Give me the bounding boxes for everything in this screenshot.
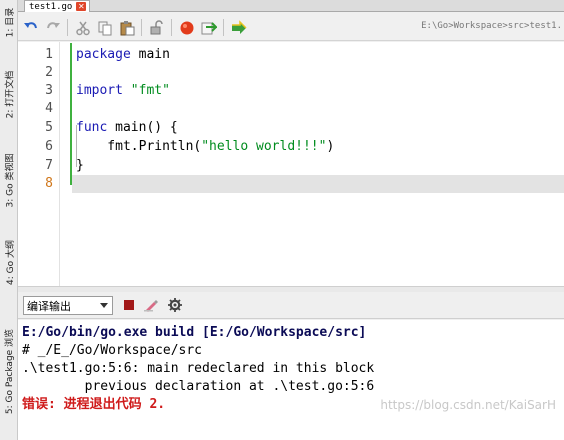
copy-icon[interactable] [96, 19, 113, 36]
output-line: previous declaration at .\test.go:5:6 [22, 379, 375, 394]
output-panel-toolbar: 编译输出 [18, 292, 564, 319]
build-output-console[interactable]: E:/Go/bin/go.exe build [E:/Go/Workspace/… [18, 320, 564, 440]
dock-tab-label: 3: Go 类视图 [5, 153, 16, 207]
code-text: main() { [107, 120, 178, 135]
code-text: } [76, 158, 84, 173]
editor-tab-bar: test1.go ✕ [18, 0, 564, 12]
tab-test1-go[interactable]: test1.go ✕ [24, 0, 91, 12]
stop-icon[interactable] [122, 298, 136, 312]
code-line: } [76, 157, 84, 175]
code-text: main [130, 47, 170, 62]
output-line: .\test1.go:5:6: main redeclared in this … [22, 361, 375, 376]
clear-output-icon[interactable] [144, 298, 158, 312]
line-number: 5 [45, 120, 53, 135]
dock-tab-label: 5: Go Package 浏览 [5, 328, 16, 414]
current-line-highlight [72, 175, 564, 193]
record-icon[interactable] [178, 19, 195, 36]
lock-icon[interactable] [148, 19, 165, 36]
cut-icon[interactable] [74, 19, 91, 36]
code-line: fmt.Println("hello world!!!") [76, 138, 334, 156]
line-number: 3 [45, 83, 53, 98]
toolbar-separator [141, 19, 142, 36]
code-text: fmt.Println( [76, 139, 202, 154]
dock-tab-directory[interactable]: 1: 目录 [0, 0, 18, 44]
line-number: 4 [45, 101, 53, 116]
line-number-gutter: 1 2 3 4 5 6 7 8 [18, 42, 60, 286]
redo-icon[interactable] [44, 19, 61, 36]
file-path-breadcrumb: E:\Go>Workspace>src>test1. [421, 21, 562, 31]
code-string: "fmt" [130, 83, 170, 98]
dock-tab-label: 4: Go 大纲 [5, 239, 16, 285]
output-type-select[interactable]: 编译输出 [23, 296, 113, 315]
code-line: import "fmt" [76, 82, 170, 100]
left-dock-panel: 1: 目录 2: 打开文档 3: Go 类视图 4: Go 大纲 5: Go P… [0, 0, 18, 440]
dock-tab-open-documents[interactable]: 2: 打开文档 [0, 58, 18, 130]
main-toolbar: E:\Go>Workspace>src>test1. [18, 13, 564, 41]
dock-tab-go-outline[interactable]: 4: Go 大纲 [0, 232, 18, 292]
undo-icon[interactable] [22, 19, 39, 36]
code-string: "hello world!!!" [201, 139, 327, 154]
dock-tab-label: 1: 目录 [5, 7, 16, 37]
dock-tab-go-class-view[interactable]: 3: Go 类视图 [0, 140, 18, 220]
toolbar-separator [223, 19, 224, 36]
run-to-cursor-icon[interactable] [200, 19, 217, 36]
line-number-current: 8 [45, 176, 53, 191]
code-editor[interactable]: 1 2 3 4 5 6 7 8 package main import "fmt… [18, 42, 564, 286]
output-line-command: E:/Go/bin/go.exe build [E:/Go/Workspace/… [22, 325, 367, 340]
code-line: package main [76, 46, 170, 64]
line-number: 1 [45, 47, 53, 62]
modified-lines-marker [70, 43, 72, 185]
code-text: ) [326, 139, 335, 154]
tab-label: test1.go [29, 1, 73, 12]
line-number: 2 [45, 65, 53, 80]
paste-icon[interactable] [118, 19, 135, 36]
toolbar-separator [67, 19, 68, 36]
output-type-value: 编译输出 [27, 299, 71, 313]
build-run-icon[interactable] [230, 19, 247, 36]
code-keyword: func [76, 120, 108, 135]
code-keyword: package [76, 47, 131, 62]
watermark: https://blog.csdn.net/KaiSarH [380, 398, 556, 412]
line-number: 7 [45, 158, 53, 173]
chevron-down-icon [100, 303, 108, 308]
line-number: 6 [45, 139, 53, 154]
close-icon[interactable]: ✕ [76, 2, 87, 11]
toolbar-separator [171, 19, 172, 36]
dock-tab-label: 2: 打开文档 [5, 70, 16, 118]
code-line: func main() { [76, 119, 178, 137]
dock-tab-go-package-browser[interactable]: 5: Go Package 浏览 [0, 310, 18, 432]
code-keyword: import [76, 83, 123, 98]
output-line: # _/E_/Go/Workspace/src [22, 343, 203, 358]
gear-icon[interactable] [168, 298, 182, 312]
